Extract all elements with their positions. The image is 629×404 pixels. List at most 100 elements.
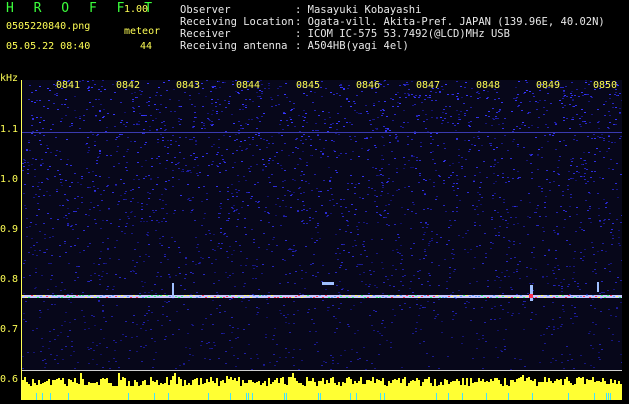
noise-pixel (355, 209, 357, 210)
noise-pixel (461, 166, 463, 167)
noise-pixel (322, 265, 324, 266)
noise-pixel (329, 181, 331, 182)
carrier-dot (241, 297, 243, 298)
noise-pixel (243, 286, 245, 287)
noise-pixel (99, 279, 101, 280)
noise-pixel (271, 99, 273, 100)
noise-pixel (343, 244, 345, 245)
noise-pixel (383, 110, 385, 111)
noise-pixel (236, 139, 238, 140)
noise-pixel (61, 185, 63, 186)
noise-pixel (548, 249, 550, 250)
noise-pixel (616, 308, 618, 309)
noise-pixel (143, 178, 145, 179)
noise-pixel (219, 172, 221, 173)
noise-pixel (572, 99, 574, 100)
noise-pixel (225, 272, 227, 273)
noise-pixel (570, 318, 572, 319)
noise-pixel (170, 144, 172, 145)
noise-pixel (330, 124, 332, 125)
noise-pixel (517, 264, 519, 265)
noise-pixel (397, 92, 399, 93)
carrier-dot (28, 297, 30, 298)
noise-pixel (146, 204, 148, 205)
noise-pixel (201, 341, 203, 342)
noise-pixel (327, 215, 329, 216)
noise-pixel (516, 294, 518, 295)
level-bar (118, 373, 120, 400)
noise-pixel (211, 121, 213, 122)
noise-pixel (452, 292, 454, 293)
noise-pixel (108, 209, 110, 210)
noise-pixel (43, 195, 45, 196)
noise-pixel (407, 144, 409, 145)
carrier-dot (505, 296, 507, 297)
level-bar-accent (608, 393, 609, 400)
noise-pixel (493, 166, 495, 167)
noise-pixel (154, 104, 156, 105)
noise-pixel (107, 248, 109, 249)
noise-pixel (616, 219, 618, 220)
level-bar-accent (568, 393, 569, 400)
noise-pixel (148, 244, 150, 245)
noise-pixel (496, 147, 498, 148)
noise-pixel (543, 306, 545, 307)
noise-pixel (497, 357, 499, 358)
noise-pixel (294, 168, 296, 169)
noise-pixel (204, 128, 206, 129)
noise-pixel (108, 177, 110, 178)
noise-pixel (158, 87, 160, 88)
level-bar (386, 386, 388, 400)
noise-pixel (436, 196, 438, 197)
noise-pixel (493, 183, 495, 184)
noise-pixel (39, 310, 41, 311)
noise-pixel (615, 124, 617, 125)
noise-pixel (157, 320, 159, 321)
noise-pixel (621, 100, 622, 101)
noise-pixel (533, 257, 535, 258)
noise-pixel (514, 257, 516, 258)
noise-pixel (347, 221, 349, 222)
noise-pixel (413, 96, 415, 97)
noise-pixel (60, 332, 62, 333)
noise-pixel (132, 189, 134, 190)
noise-pixel (516, 97, 518, 98)
noise-pixel (221, 333, 223, 334)
level-bar (136, 382, 138, 400)
noise-pixel (102, 242, 104, 243)
noise-pixel (470, 107, 472, 108)
noise-pixel (601, 250, 603, 251)
noise-pixel (191, 210, 193, 211)
noise-pixel (448, 177, 450, 178)
level-bar (290, 377, 292, 400)
noise-pixel (563, 93, 565, 94)
noise-pixel (293, 365, 295, 366)
noise-pixel (164, 301, 166, 302)
noise-pixel (357, 234, 359, 235)
noise-pixel (147, 320, 149, 321)
carrier-dot (538, 296, 540, 297)
noise-pixel (592, 348, 594, 349)
level-bar (616, 384, 618, 400)
level-bar-accent (508, 393, 509, 400)
noise-pixel (374, 195, 376, 196)
noise-pixel (549, 135, 551, 136)
time-tick-label: 0848 (476, 80, 501, 91)
noise-pixel (271, 136, 273, 137)
noise-pixel (545, 124, 547, 125)
noise-pixel (539, 100, 541, 101)
noise-pixel (501, 351, 503, 352)
noise-pixel (303, 223, 305, 224)
noise-pixel (488, 111, 490, 112)
noise-pixel (56, 189, 58, 190)
noise-pixel (515, 87, 517, 88)
antenna-label: Receiving antenna (180, 40, 288, 52)
noise-pixel (608, 264, 610, 265)
carrier-dot (142, 297, 144, 298)
level-bar (438, 385, 440, 400)
noise-pixel (580, 252, 582, 253)
y-tick-label: 0.8 (0, 274, 19, 285)
noise-pixel (258, 308, 260, 309)
noise-pixel (261, 93, 263, 94)
noise-pixel (302, 220, 304, 221)
